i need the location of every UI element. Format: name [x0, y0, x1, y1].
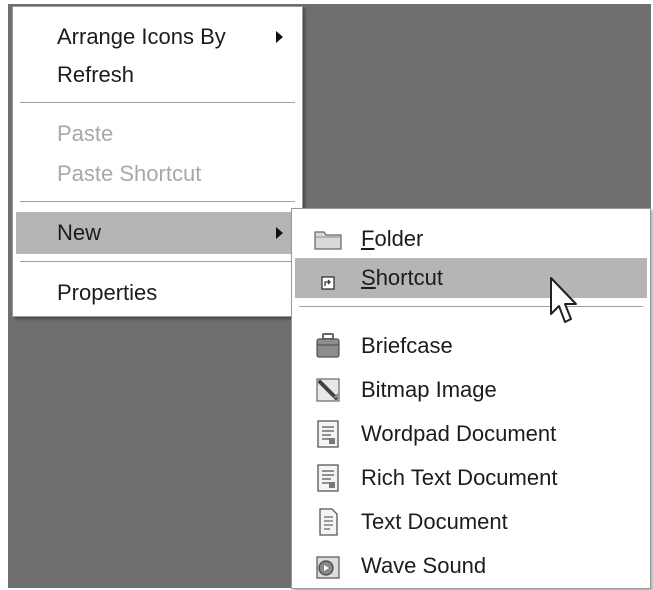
menu-separator	[299, 306, 643, 308]
menu-item-label: Paste	[57, 121, 114, 146]
desktop-context-menu: Arrange Icons By Refresh Paste Paste Sho…	[12, 6, 303, 317]
menu-item-new[interactable]: New	[16, 212, 299, 254]
menu-item-arrange-icons-by[interactable]: Arrange Icons By	[16, 17, 299, 57]
submenu-item-text-document[interactable]: Text Document	[295, 501, 647, 543]
menu-item-label: Shortcut	[361, 265, 443, 290]
menu-item-label: Arrange Icons By	[57, 24, 226, 49]
briefcase-icon	[312, 330, 344, 362]
submenu-arrow-icon	[276, 227, 283, 239]
menu-item-label: Wave Sound	[361, 553, 487, 578]
menu-separator	[20, 201, 295, 203]
menu-item-refresh[interactable]: Refresh	[16, 55, 299, 95]
shortcut-icon	[312, 262, 344, 294]
wordpad-document-icon	[312, 418, 344, 450]
menu-item-label: Refresh	[57, 62, 135, 87]
menu-item-label: Bitmap Image	[361, 377, 497, 402]
menu-item-label: New	[57, 220, 102, 245]
rich-text-document-icon	[312, 462, 344, 494]
wave-sound-icon	[312, 550, 344, 582]
submenu-item-shortcut[interactable]: Shortcut	[295, 258, 647, 298]
menu-item-label: Briefcase	[361, 333, 453, 358]
menu-item-label: Rich Text Document	[361, 465, 558, 490]
submenu-item-rich-text-document[interactable]: Rich Text Document	[295, 457, 647, 499]
submenu-item-wave-sound[interactable]: Wave Sound	[295, 545, 647, 587]
menu-item-paste: Paste	[16, 114, 299, 154]
menu-item-label: Text Document	[361, 509, 508, 534]
menu-item-label: Wordpad Document	[361, 421, 557, 446]
mouse-cursor-icon	[550, 277, 577, 323]
submenu-item-bitmap-image[interactable]: Bitmap Image	[295, 369, 647, 411]
menu-item-label: Folder	[361, 226, 424, 251]
new-submenu: Folder Shortcut Briefcase Bitmap Image W…	[291, 208, 651, 589]
bitmap-image-icon	[312, 374, 344, 406]
menu-item-paste-shortcut: Paste Shortcut	[16, 154, 299, 194]
menu-separator	[20, 102, 295, 104]
menu-item-properties[interactable]: Properties	[16, 273, 299, 313]
folder-icon	[312, 223, 344, 255]
submenu-arrow-icon	[276, 31, 283, 43]
menu-separator	[20, 261, 295, 263]
submenu-item-briefcase[interactable]: Briefcase	[295, 325, 647, 367]
menu-item-label: Paste Shortcut	[57, 161, 202, 186]
submenu-item-wordpad-document[interactable]: Wordpad Document	[295, 413, 647, 455]
submenu-item-folder[interactable]: Folder	[295, 219, 647, 259]
menu-item-label: Properties	[57, 280, 158, 305]
text-document-icon	[312, 506, 344, 538]
